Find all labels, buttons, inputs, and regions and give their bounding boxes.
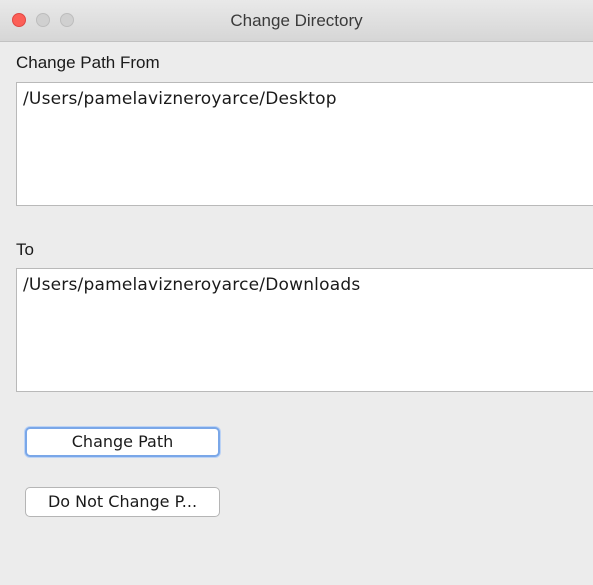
to-label: To <box>16 240 34 259</box>
title-bar[interactable]: Change Directory <box>0 0 593 42</box>
do-not-change-button[interactable]: Do Not Change P... <box>25 487 220 517</box>
window-title: Change Directory <box>230 11 363 30</box>
change-directory-window: Change Directory Change Path From /Users… <box>0 0 593 585</box>
from-path-field[interactable]: /Users/pamelavizneroyarce/Desktop <box>16 82 593 206</box>
to-path-field[interactable]: /Users/pamelavizneroyarce/Downloads <box>16 268 593 392</box>
change-path-button[interactable]: Change Path <box>25 427 220 457</box>
from-label: Change Path From <box>16 53 160 72</box>
